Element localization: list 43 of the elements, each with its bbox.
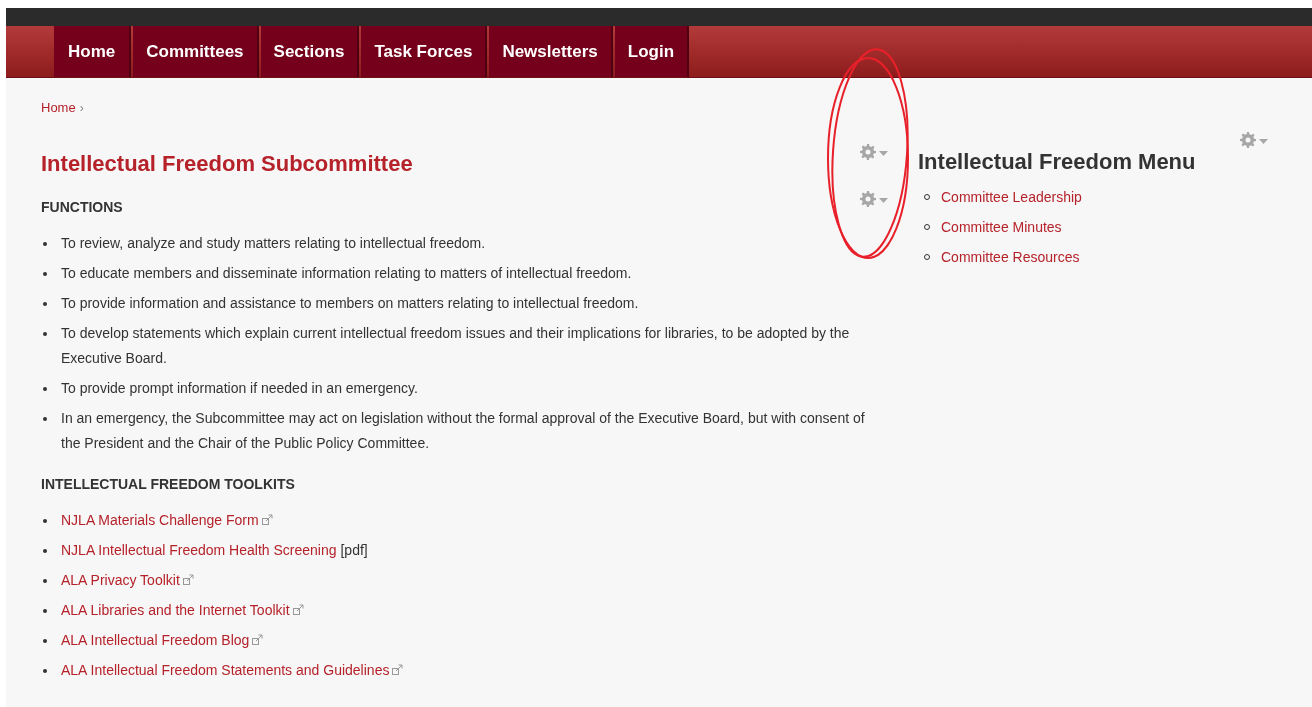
bullet-icon bbox=[43, 519, 47, 523]
section-heading: INTELLECTUAL FREEDOM TOOLKITS bbox=[41, 476, 296, 492]
bullet-icon bbox=[43, 639, 47, 643]
list-text: To provide prompt information if needed in an emergency. bbox=[61, 379, 419, 398]
bullet-icon bbox=[43, 302, 47, 306]
resource-link[interactable]: NJLA Intellectual Freedom Health Screening bbox=[61, 542, 337, 558]
sidebar-title: Intellectual Freedom Menu bbox=[918, 149, 1196, 175]
list-text: To review, analyze and study matters relating to intellectual freedom. bbox=[61, 234, 487, 253]
bullet-icon bbox=[43, 332, 47, 336]
page-title: Intellectual Freedom Subcommittee bbox=[41, 151, 413, 177]
bullet-icon bbox=[43, 272, 47, 276]
section-heading: FUNCTIONS bbox=[41, 199, 124, 215]
settings-icon[interactable] bbox=[1238, 131, 1270, 149]
nav-tab[interactable]: Newsletters bbox=[489, 26, 613, 77]
bullet-icon bbox=[43, 387, 47, 391]
breadcrumb-link[interactable]: Home bbox=[41, 100, 76, 115]
resource-link[interactable]: ALA Privacy Toolkit bbox=[61, 572, 180, 588]
nav-tab[interactable]: Sections bbox=[260, 26, 360, 77]
bullet-icon bbox=[43, 549, 47, 553]
list-text: To educate members and disseminate information relating to matters of intellectual freedom. bbox=[61, 264, 633, 283]
nav-tab[interactable]: Home bbox=[54, 26, 132, 77]
menu-link[interactable]: Committee Resources bbox=[941, 247, 1080, 267]
list-text: To develop statements which explain current intellectual freedom issues and their implications for libraries, to be adopted by the Executive Board. bbox=[61, 324, 851, 368]
bullet-icon bbox=[43, 579, 47, 583]
list-text: To provide information and assistance to members on matters relating to intellectual freedom. bbox=[61, 294, 640, 313]
file-type-label: [pdf] bbox=[340, 542, 368, 558]
resource-link[interactable]: ALA Libraries and the Internet Toolkit bbox=[61, 602, 290, 618]
breadcrumb-separator: › bbox=[79, 100, 84, 115]
list-text: In an emergency, the Subcommittee may act on legislation without the formal approval of the Executive Board, but with consent of the President and the Chair of the Public Policy Committee. bbox=[61, 409, 866, 453]
nav-tab[interactable]: Login bbox=[614, 26, 690, 77]
nav-tab[interactable]: Task Forces bbox=[361, 26, 488, 77]
settings-icon[interactable] bbox=[858, 143, 890, 161]
menu-link[interactable]: Committee Leadership bbox=[941, 187, 1082, 207]
resource-link[interactable]: NJLA Materials Challenge Form bbox=[61, 512, 259, 528]
bullet-icon bbox=[43, 242, 47, 246]
bullet-icon bbox=[43, 609, 47, 613]
menu-link[interactable]: Committee Minutes bbox=[941, 217, 1062, 237]
resource-link[interactable]: ALA Intellectual Freedom Statements and Guidelines bbox=[61, 662, 390, 678]
settings-icon[interactable] bbox=[858, 190, 890, 208]
bullet-icon bbox=[43, 417, 47, 421]
resource-link[interactable]: ALA Intellectual Freedom Blog bbox=[61, 632, 250, 648]
nav-tab[interactable]: Committees bbox=[133, 26, 259, 77]
bullet-icon bbox=[43, 669, 47, 673]
